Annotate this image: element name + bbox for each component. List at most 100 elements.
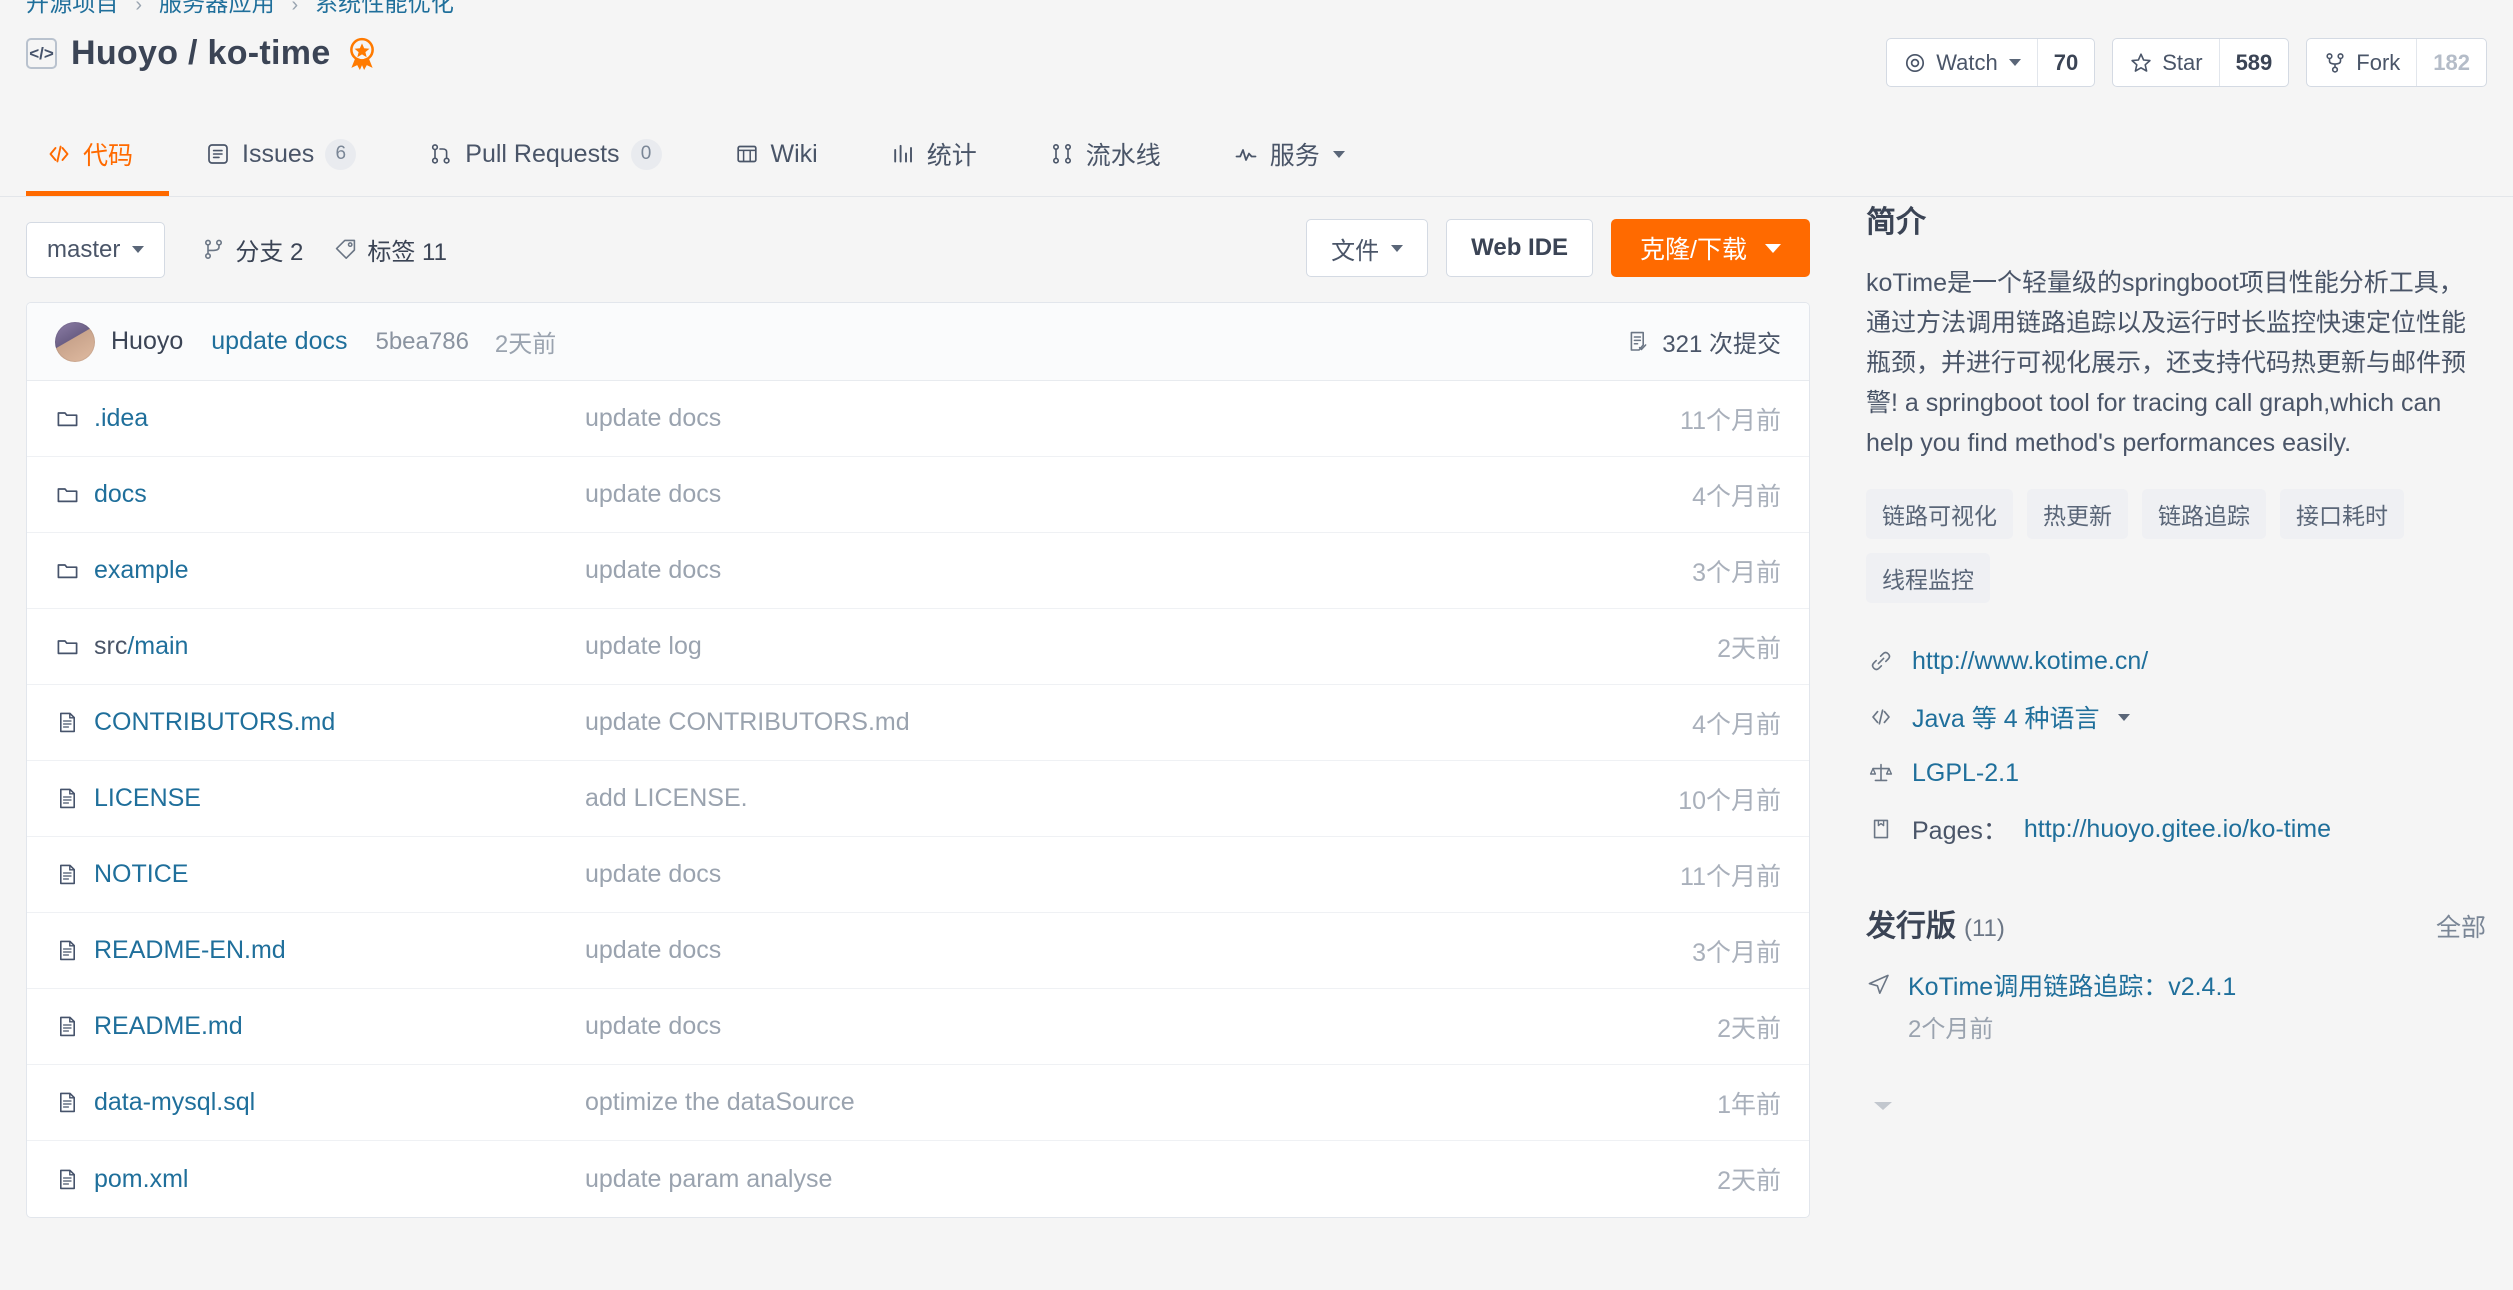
commit-author[interactable]: Huoyo [111, 327, 183, 356]
chevron-down-icon [2117, 713, 2130, 721]
breadcrumb-item-1[interactable]: 服务器应用 [159, 0, 275, 16]
star-count[interactable]: 589 [2218, 39, 2289, 86]
topic-tag[interactable]: 链路追踪 [2142, 489, 2266, 539]
topic-tag[interactable]: 热更新 [2027, 489, 2128, 539]
tab-statistics[interactable]: 统计 [854, 112, 1013, 196]
files-dropdown-button[interactable]: 文件 [1306, 219, 1429, 277]
topic-tag[interactable]: 线程监控 [1866, 553, 1990, 603]
pages-link[interactable]: http://huoyo.gitee.io/ko-time [2024, 815, 2331, 844]
repo-name[interactable]: ko-time [208, 34, 331, 72]
folder-icon [57, 412, 78, 427]
tab-code[interactable]: 代码 [26, 112, 170, 196]
table-row[interactable]: README-EN.md update docs 3个月前 [27, 913, 1809, 989]
tab-services[interactable]: 服务 [1197, 112, 1381, 196]
file-commit-message[interactable]: update CONTRIBUTORS.md [585, 708, 1571, 737]
file-commit-message[interactable]: update docs [585, 1012, 1571, 1041]
list-item[interactable]: KoTime调用链路追踪：v2.4.1 2个月前 [1866, 967, 2486, 1044]
file-name-cell[interactable]: src/main [55, 632, 585, 661]
file-name: README.md [94, 1012, 243, 1040]
fork-label-group[interactable]: Fork [2307, 39, 2416, 86]
fork-button[interactable]: Fork 182 [2306, 38, 2487, 87]
table-row[interactable]: src/main update log 2天前 [27, 609, 1809, 685]
star-text: Star [2162, 49, 2203, 75]
table-row[interactable]: README.md update docs 2天前 [27, 989, 1809, 1065]
scale-icon [1866, 760, 1896, 786]
commit-count-link[interactable]: 321 次提交 [1626, 324, 1781, 359]
file-name-cell[interactable]: README.md [55, 1012, 585, 1041]
file-commit-message[interactable]: optimize the dataSource [585, 1088, 1571, 1117]
file-commit-message[interactable]: update param analyse [585, 1165, 1571, 1194]
breadcrumb-item-0[interactable]: 开源项目 [26, 0, 119, 16]
file-name-cell[interactable]: LICENSE [55, 784, 585, 813]
topic-tag[interactable]: 链路可视化 [1866, 489, 2013, 539]
folder-icon [57, 640, 78, 655]
file-name-cell[interactable]: NOTICE [55, 860, 585, 889]
toolbar-actions: 文件 Web IDE 克隆/下载 [1306, 219, 1810, 277]
document-icon [60, 864, 75, 885]
file-commit-time: 10个月前 [1678, 786, 1781, 815]
tab-pipeline[interactable]: 流水线 [1013, 112, 1197, 196]
branches-label: 分支 2 [235, 239, 304, 266]
commit-sha[interactable]: 5bea786 [375, 328, 468, 356]
file-name-cell[interactable]: pom.xml [55, 1165, 585, 1194]
file-commit-message[interactable]: update log [585, 632, 1571, 661]
tags-link[interactable]: 标签 11 [333, 232, 447, 267]
star-label-group[interactable]: Star [2113, 39, 2218, 86]
file-name-cell[interactable]: README-EN.md [55, 936, 585, 965]
intro-heading: 简介 [1866, 197, 2486, 241]
file-name-cell[interactable]: example [55, 556, 585, 585]
file-commit-message[interactable]: update docs [585, 404, 1571, 433]
commit-message[interactable]: update docs [211, 327, 347, 356]
tab-issues[interactable]: Issues 6 [169, 112, 392, 196]
chevron-down-icon [1391, 244, 1404, 252]
repo-owner[interactable]: Huoyo [71, 34, 178, 72]
table-row[interactable]: data-mysql.sql optimize the dataSource 1… [27, 1065, 1809, 1141]
file-commit-message[interactable]: update docs [585, 480, 1571, 509]
file-name-cell[interactable]: .idea [55, 404, 585, 433]
chevron-down-icon [1765, 243, 1781, 253]
chevron-down-icon [2008, 59, 2021, 66]
tab-wiki[interactable]: Wiki [698, 112, 854, 196]
fork-count[interactable]: 182 [2416, 39, 2486, 86]
file-name-cell[interactable]: CONTRIBUTORS.md [55, 708, 585, 737]
license-link[interactable]: LGPL-2.1 [1912, 759, 2019, 788]
repo-counters: Watch 70 Star 589 Fork 182 [1886, 38, 2487, 87]
breadcrumb-item-2[interactable]: 系统性能优化 [315, 0, 454, 16]
issues-count-badge: 6 [325, 138, 357, 170]
file-name-prefix: src [94, 632, 128, 660]
avatar[interactable] [55, 321, 95, 362]
file-commit-message[interactable]: update docs [585, 936, 1571, 965]
table-row[interactable]: LICENSE add LICENSE. 10个月前 [27, 761, 1809, 837]
file-commit-message[interactable]: update docs [585, 860, 1571, 889]
branches-link[interactable]: 分支 2 [201, 232, 303, 267]
repo-separator: / [188, 34, 198, 72]
branch-selector[interactable]: master [26, 221, 166, 278]
table-row[interactable]: docs update docs 4个月前 [27, 457, 1809, 533]
tab-pull-requests[interactable]: Pull Requests 0 [392, 112, 697, 196]
watch-button[interactable]: Watch 70 [1886, 38, 2096, 87]
watch-count[interactable]: 70 [2036, 39, 2094, 86]
table-row[interactable]: .idea update docs 11个月前 [27, 381, 1809, 457]
file-commit-message[interactable]: add LICENSE. [585, 784, 1571, 813]
table-row[interactable]: example update docs 3个月前 [27, 533, 1809, 609]
releases-all-link[interactable]: 全部 [2436, 908, 2486, 944]
release-name[interactable]: KoTime调用链路追踪：v2.4.1 [1908, 967, 2236, 1003]
star-button[interactable]: Star 589 [2112, 38, 2290, 87]
file-name: pom.xml [94, 1164, 189, 1193]
topic-tag[interactable]: 接口耗时 [2280, 489, 2404, 539]
language-link[interactable]: Java 等 4 种语言 [1912, 699, 2100, 735]
table-row[interactable]: CONTRIBUTORS.md update CONTRIBUTORS.md 4… [27, 685, 1809, 761]
page-icon [1866, 816, 1896, 842]
homepage-link[interactable]: http://www.kotime.cn/ [1912, 647, 2148, 676]
file-name-cell[interactable]: docs [55, 480, 585, 509]
web-ide-button[interactable]: Web IDE [1446, 219, 1594, 277]
file-name-cell[interactable]: data-mysql.sql [55, 1088, 585, 1117]
tab-issues-label: Issues [242, 139, 315, 168]
table-row[interactable]: NOTICE update docs 11个月前 [27, 837, 1809, 913]
watch-label-group[interactable]: Watch [1887, 39, 2037, 86]
breadcrumb-separator: › [135, 0, 143, 16]
clone-download-button[interactable]: 克隆/下载 [1611, 219, 1810, 277]
file-commit-message[interactable]: update docs [585, 556, 1571, 585]
table-row[interactable]: pom.xml update param analyse 2天前 [27, 1141, 1809, 1217]
file-commit-time: 1年前 [1717, 1090, 1781, 1119]
